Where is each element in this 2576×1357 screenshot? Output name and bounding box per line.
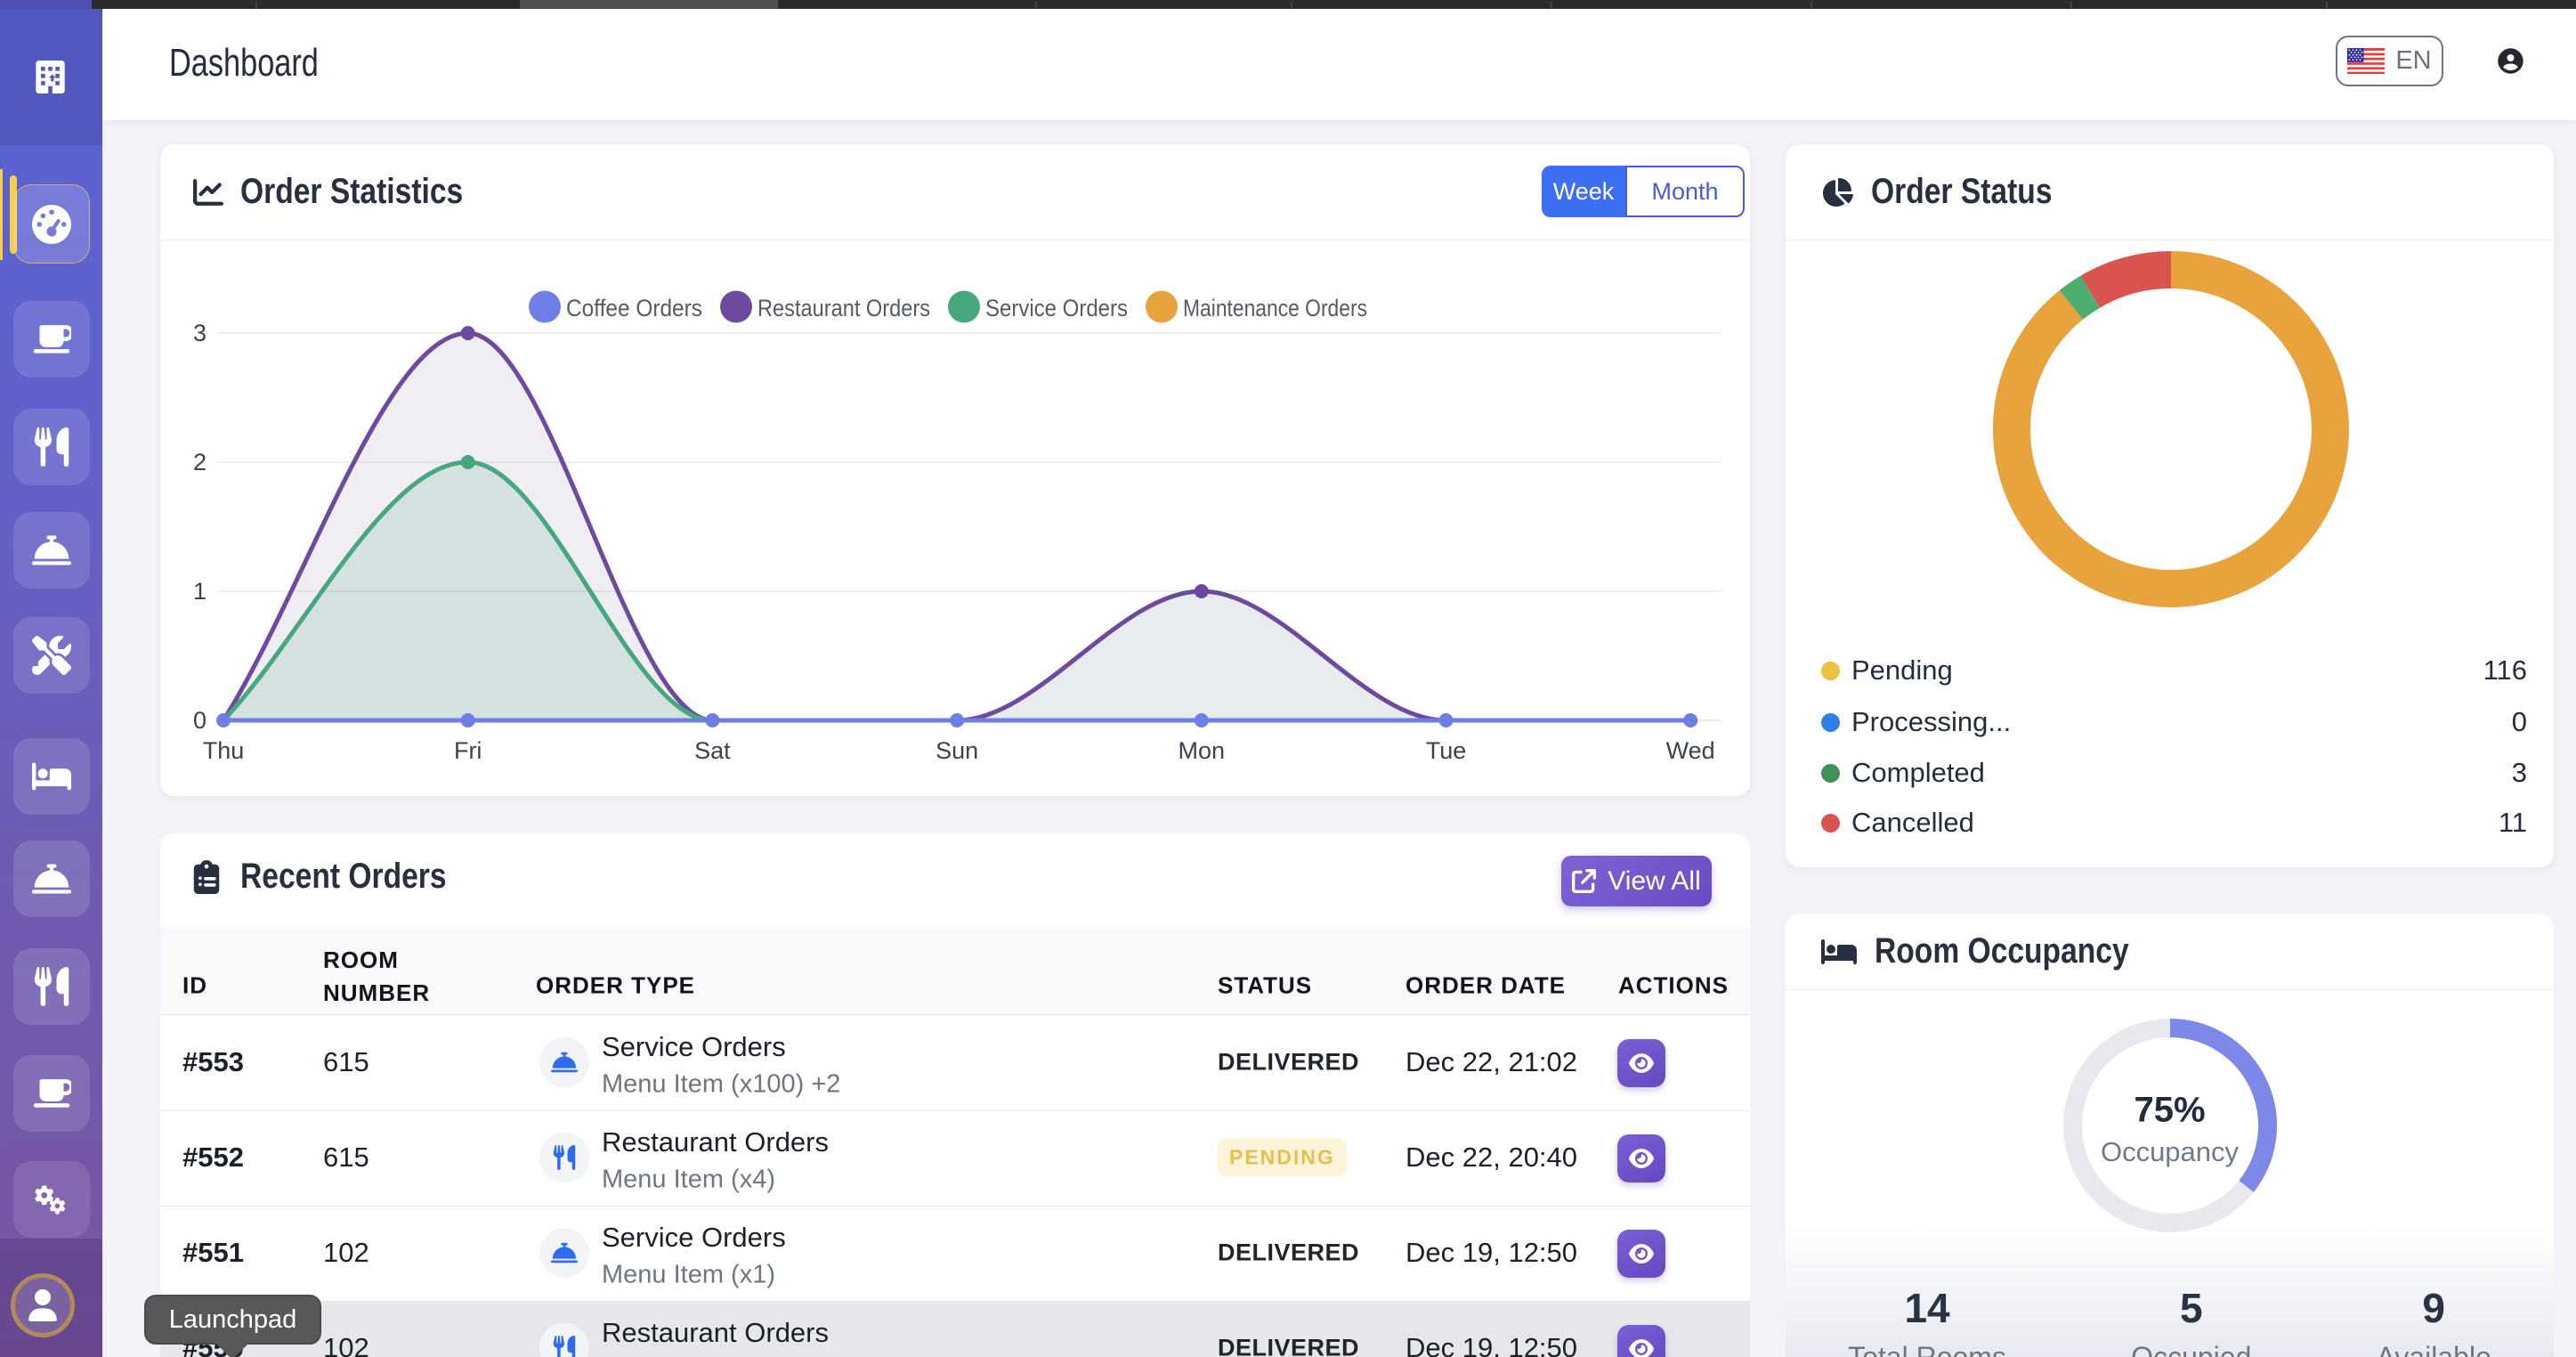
svg-text:Fri: Fri [454, 737, 482, 764]
svg-text:Coffee Orders: Coffee Orders [566, 295, 702, 321]
svg-text:Mon: Mon [1179, 737, 1226, 764]
svg-text:0: 0 [193, 707, 207, 734]
svg-text:Service Orders: Service Orders [985, 295, 1128, 321]
svg-text:Sat: Sat [694, 737, 731, 764]
svg-text:Tue: Tue [1426, 737, 1467, 764]
svg-text:Wed: Wed [1666, 737, 1715, 764]
svg-text:Sun: Sun [936, 737, 978, 764]
svg-text:Maintenance Orders: Maintenance Orders [1183, 295, 1367, 321]
svg-text:2: 2 [193, 449, 207, 475]
svg-text:Restaurant Orders: Restaurant Orders [757, 295, 930, 321]
svg-text:Thu: Thu [203, 737, 245, 764]
svg-text:3: 3 [193, 320, 207, 346]
svg-text:1: 1 [193, 578, 207, 605]
